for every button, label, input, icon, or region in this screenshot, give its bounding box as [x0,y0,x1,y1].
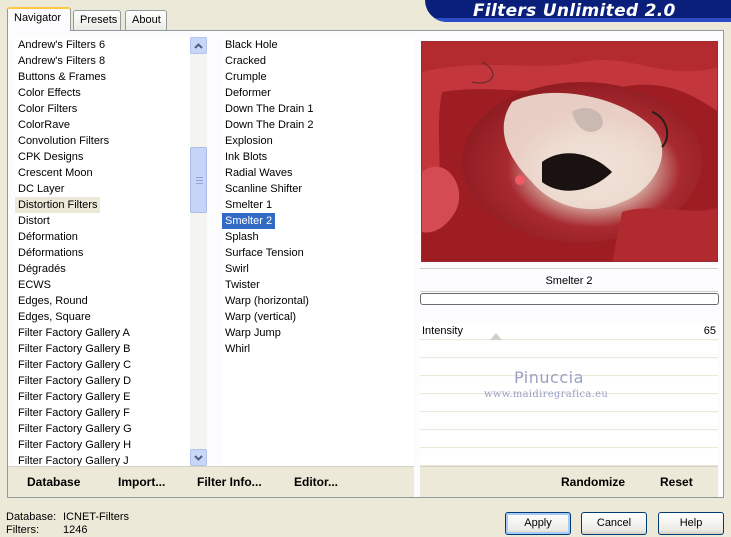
tab-about[interactable]: About [125,10,167,30]
randomize-button[interactable]: Randomize [561,475,625,489]
filter-item[interactable]: Cracked [222,53,269,69]
category-item[interactable]: Distort [15,213,53,229]
filter-info-button[interactable]: Filter Info... [197,475,262,489]
slider-empty[interactable] [420,449,718,466]
category-item[interactable]: DC Layer [15,181,67,197]
filters-value: 1246 [63,524,88,536]
database-label: Database: [6,511,57,523]
filters-info: Filters: 1246 [6,524,87,536]
category-item[interactable]: Distortion Filters [15,197,101,213]
filter-item[interactable]: Smelter 1 [222,197,275,213]
apply-button[interactable]: Apply [505,512,571,535]
filter-item[interactable]: Warp (horizontal) [222,293,312,309]
filter-item[interactable]: Warp (vertical) [222,309,299,325]
category-item[interactable]: ECWS [15,277,54,293]
category-item[interactable]: Edges, Square [15,309,94,325]
filter-item[interactable]: Ink Blots [222,149,270,165]
right-action-bar: Randomize Reset [420,466,718,497]
filter-item[interactable]: Swirl [222,261,252,277]
tab-presets[interactable]: Presets [73,10,121,30]
category-item[interactable]: Filter Factory Gallery F [15,405,133,421]
database-info: Database: ICNET-Filters [6,511,129,523]
filter-item[interactable]: Surface Tension [222,245,307,261]
editor-button[interactable]: Editor... [294,475,338,489]
scroll-down-button[interactable] [190,449,207,466]
watermark-url: www.maidiregrafica.eu [484,389,609,400]
filters-label: Filters: [6,524,39,536]
filter-item[interactable]: Twister [222,277,263,293]
title-banner: Filters Unlimited 2.0 [425,0,731,22]
category-item[interactable]: Filter Factory Gallery C [15,357,134,373]
filter-item[interactable]: Down The Drain 1 [222,101,316,117]
watermark-name: Pinuccia [514,368,584,387]
tab-navigator[interactable]: Navigator [7,7,71,31]
filter-item[interactable]: Explosion [222,133,276,149]
category-item[interactable]: Andrew's Filters 8 [15,53,108,69]
category-item[interactable]: Filter Factory Gallery E [15,389,133,405]
category-item[interactable]: Filter Factory Gallery J [15,453,132,466]
scroll-up-button[interactable] [190,37,207,54]
database-button[interactable]: Database [27,475,80,489]
slider-label: Intensity [422,325,463,337]
cancel-button[interactable]: Cancel [581,512,647,535]
slider-empty[interactable] [420,431,718,448]
category-item[interactable]: Déformation [15,229,81,245]
category-list[interactable]: Andrew's Filters 6 Andrew's Filters 8 Butt… [15,37,190,466]
category-item[interactable]: Filter Factory Gallery B [15,341,133,357]
slider-thumb-icon [490,333,502,340]
filter-item[interactable]: Radial Waves [222,165,295,181]
category-item[interactable]: ColorRave [15,117,73,133]
category-item[interactable]: Color Effects [15,85,84,101]
filter-item[interactable]: Smelter 2 [222,213,276,229]
category-item[interactable]: Filter Factory Gallery G [15,421,135,437]
scroll-thumb[interactable] [190,147,207,213]
chevron-up-icon [194,42,203,49]
category-item[interactable]: CPK Designs [15,149,86,165]
help-button[interactable]: Help [658,512,724,535]
category-item[interactable]: Dégradés [15,261,69,277]
filter-item[interactable]: Down The Drain 2 [222,117,316,133]
slider-intensity[interactable]: Intensity 65 [420,323,718,340]
filter-list[interactable]: Black Hole Cracked Crumple Deformer Down The… [222,37,414,466]
category-item[interactable]: Filter Factory Gallery A [15,325,133,341]
slider-value: 65 [703,325,716,337]
app-title: Filters Unlimited 2.0 [473,1,676,21]
category-scrollbar[interactable] [190,37,207,466]
preview-image [421,41,718,262]
category-item[interactable]: Color Filters [15,101,80,117]
import-button[interactable]: Import... [118,475,165,489]
preview-filter-name: Smelter 2 [420,268,718,292]
progress-bar [420,293,719,305]
reset-button[interactable]: Reset [660,475,693,489]
filter-item[interactable]: Whirl [222,341,253,357]
category-item[interactable]: Buttons & Frames [15,69,109,85]
filter-item[interactable]: Warp Jump [222,325,284,341]
filter-item[interactable]: Crumple [222,69,270,85]
category-item[interactable]: Filter Factory Gallery D [15,373,134,389]
left-action-bar: Database Import... Filter Info... Editor… [8,466,414,497]
filter-item[interactable]: Splash [222,229,262,245]
chevron-down-icon [194,454,203,461]
slider-empty[interactable] [420,413,718,430]
filter-item[interactable]: Scanline Shifter [222,181,305,197]
filter-item[interactable]: Black Hole [222,37,281,53]
category-item[interactable]: Convolution Filters [15,133,112,149]
category-item[interactable]: Crescent Moon [15,165,96,181]
category-item[interactable]: Déformations [15,245,86,261]
category-item[interactable]: Andrew's Filters 6 [15,37,108,53]
slider-empty[interactable] [420,341,718,358]
filter-item[interactable]: Deformer [222,85,274,101]
database-value: ICNET-Filters [63,511,129,523]
category-item[interactable]: Edges, Round [15,293,91,309]
category-item[interactable]: Filter Factory Gallery H [15,437,134,453]
